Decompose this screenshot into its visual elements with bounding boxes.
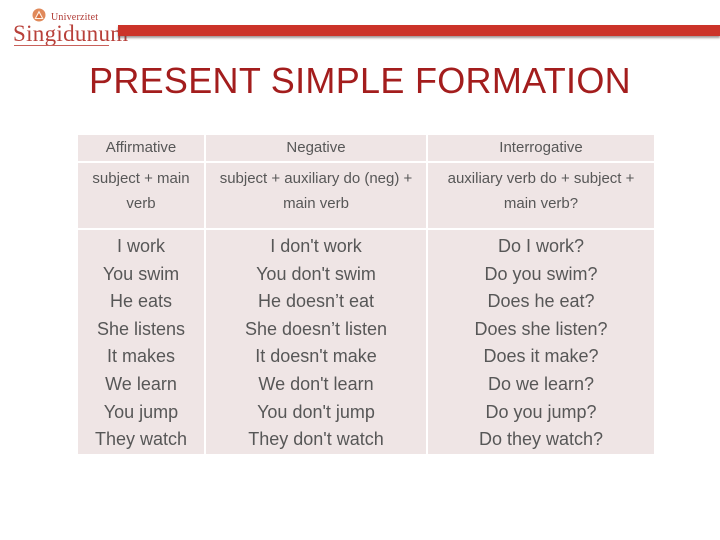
example-interrogative: Do you jump? (485, 401, 597, 422)
example-affirmative: I work (116, 236, 165, 256)
example-negative: She doesn’t listen (244, 318, 388, 339)
examples-negative: I don't work You don't swim He doesn’t e… (206, 230, 426, 454)
example-negative: He doesn’t eat (257, 291, 375, 312)
examples-interrogative: Do I work? Do you swim? Does he eat? Doe… (428, 230, 654, 454)
table-row-rules: subject + main verb subject + auxiliary … (78, 163, 654, 228)
examples-affirmative: I work You swim He eats She listens It m… (78, 230, 204, 454)
present-simple-table: Affirmative Negative Interrogative subje… (76, 133, 656, 456)
rule-line: main verb (283, 195, 349, 212)
example-negative: They don't watch (248, 429, 384, 450)
example-negative: We don't learn (258, 373, 374, 394)
logo-underline (14, 45, 109, 46)
header-interrogative: Interrogative (428, 135, 654, 161)
table-header-row: Affirmative Negative Interrogative (78, 135, 654, 161)
rule-line: verb (126, 195, 156, 212)
example-negative: You don't jump (257, 401, 375, 422)
example-negative: I don't work (270, 236, 362, 256)
university-logo: Univerzitet Singidunum (12, 8, 128, 48)
example-negative: You don't swim (256, 263, 376, 284)
rule-line: main verb? (503, 195, 579, 212)
rule-line: subject + auxiliary do (neg) + (219, 170, 413, 187)
example-interrogative: Does she listen? (474, 318, 608, 339)
table-row-examples: I work You swim He eats She listens It m… (78, 230, 654, 454)
example-interrogative: Do we learn? (487, 373, 595, 394)
rule-affirmative: subject + main verb (78, 163, 204, 228)
slide-title: PRESENT SIMPLE FORMATION (89, 60, 631, 101)
example-interrogative: Do you swim? (484, 263, 598, 284)
header-negative: Negative (206, 135, 426, 161)
rule-line: subject + main (92, 170, 190, 187)
example-affirmative: He eats (109, 291, 173, 312)
example-interrogative: Do they watch? (478, 429, 604, 450)
example-negative: It doesn't make (255, 346, 377, 367)
example-affirmative: It makes (106, 346, 176, 367)
example-interrogative: Does he eat? (487, 291, 595, 312)
header-accent-bar (118, 25, 720, 36)
example-affirmative: You jump (103, 401, 179, 422)
rule-line: auxiliary verb do + subject + (447, 170, 635, 187)
rule-negative: subject + auxiliary do (neg) + main verb (206, 163, 426, 228)
example-interrogative: Do I work? (497, 236, 585, 256)
example-affirmative: We learn (105, 373, 177, 394)
example-affirmative: They watch (94, 429, 188, 450)
example-affirmative: She listens (96, 318, 186, 339)
logo-name-text: Singidunum (13, 21, 129, 46)
example-affirmative: You swim (102, 263, 180, 284)
example-interrogative: Does it make? (483, 346, 599, 367)
rule-interrogative: auxiliary verb do + subject + main verb? (428, 163, 654, 228)
header-affirmative: Affirmative (78, 135, 204, 161)
